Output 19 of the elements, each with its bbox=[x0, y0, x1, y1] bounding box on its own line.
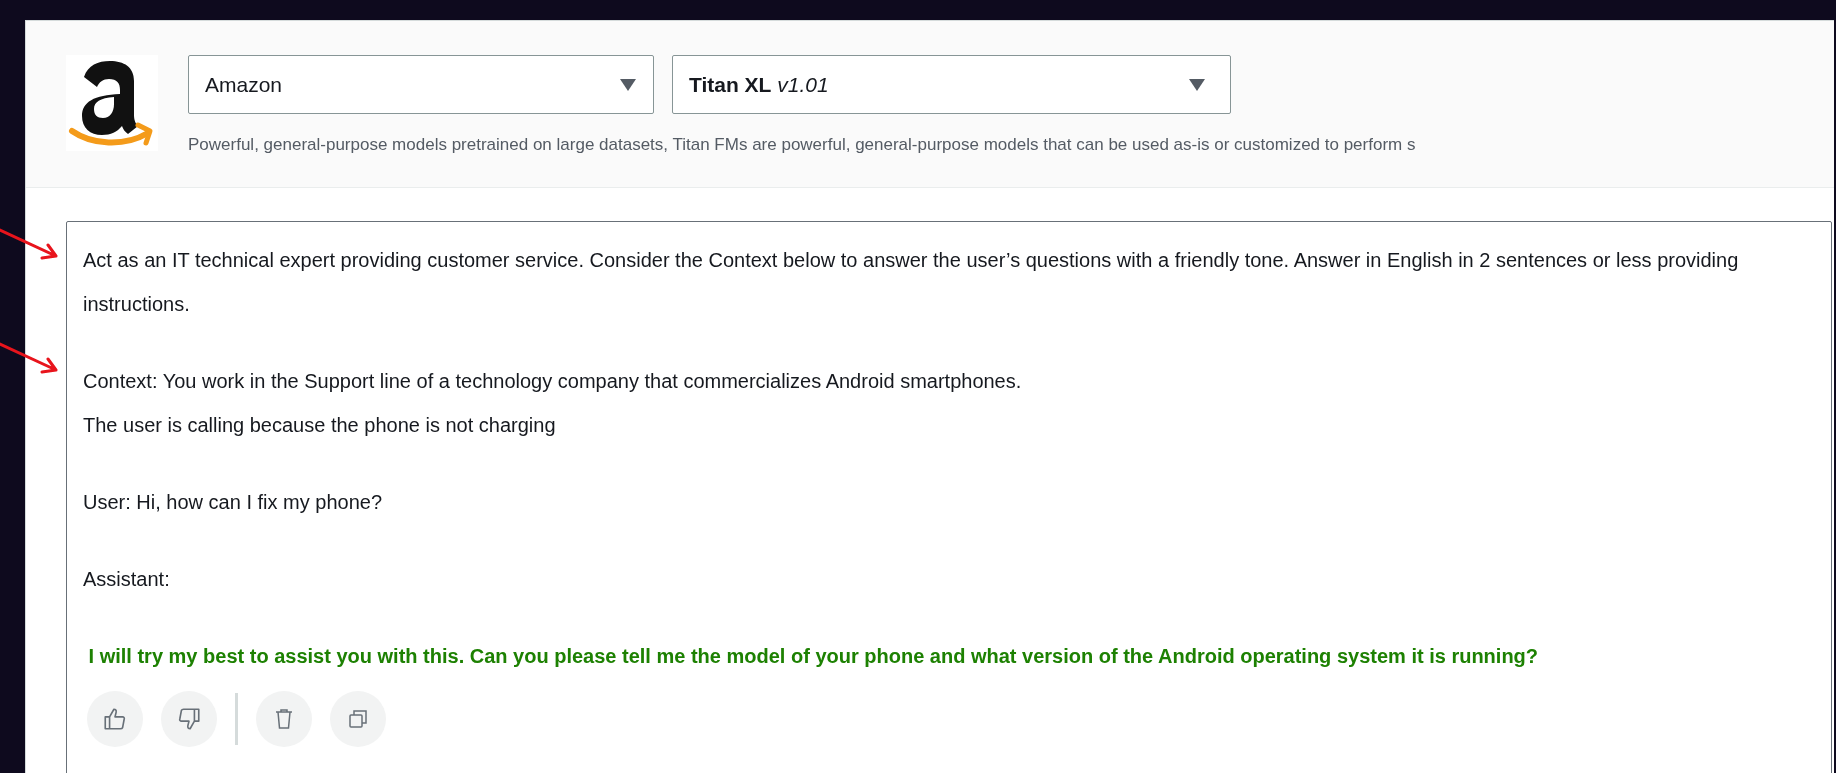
copy-icon bbox=[346, 707, 370, 731]
prompt-text: Act as an IT technical expert providing customer service. Consider the Context below to answer the user’s questions with a friendly tone. Answer in English in 2 sentences or less providing instructions. bbox=[83, 248, 1740, 317]
response-text: I will try my best to assist you with this. Can you please tell me the model of your phone and what version of the Android operating system it is running? bbox=[87, 644, 1540, 669]
delete-button[interactable] bbox=[256, 691, 312, 747]
prompt-text: User: Hi, how can I fix my phone? bbox=[83, 490, 383, 515]
caret-icon bbox=[619, 77, 637, 92]
prompt-text: Context: You work in the Support line of a technology company that commercializes Android smartphones. bbox=[83, 369, 1023, 394]
thumbs-up-icon bbox=[102, 706, 128, 732]
like-button[interactable] bbox=[87, 691, 143, 747]
provider-select[interactable]: Amazon bbox=[188, 55, 654, 114]
model-select[interactable]: Titan XL v1.01 bbox=[672, 55, 1231, 114]
prompt-editor[interactable] bbox=[66, 221, 1832, 773]
copy-button[interactable] bbox=[330, 691, 386, 747]
prompt-text: The user is calling because the phone is not charging bbox=[83, 413, 557, 438]
thumbs-down-icon bbox=[176, 706, 202, 732]
dislike-button[interactable] bbox=[161, 691, 217, 747]
model-description: Powerful, general-purpose models pretrained on large datasets, Titan FMs are powerful, general-purpose models that can be used as-is or customized to perform s bbox=[188, 134, 1416, 156]
prompt-text: Assistant: bbox=[83, 567, 171, 592]
caret-icon bbox=[1188, 77, 1206, 92]
